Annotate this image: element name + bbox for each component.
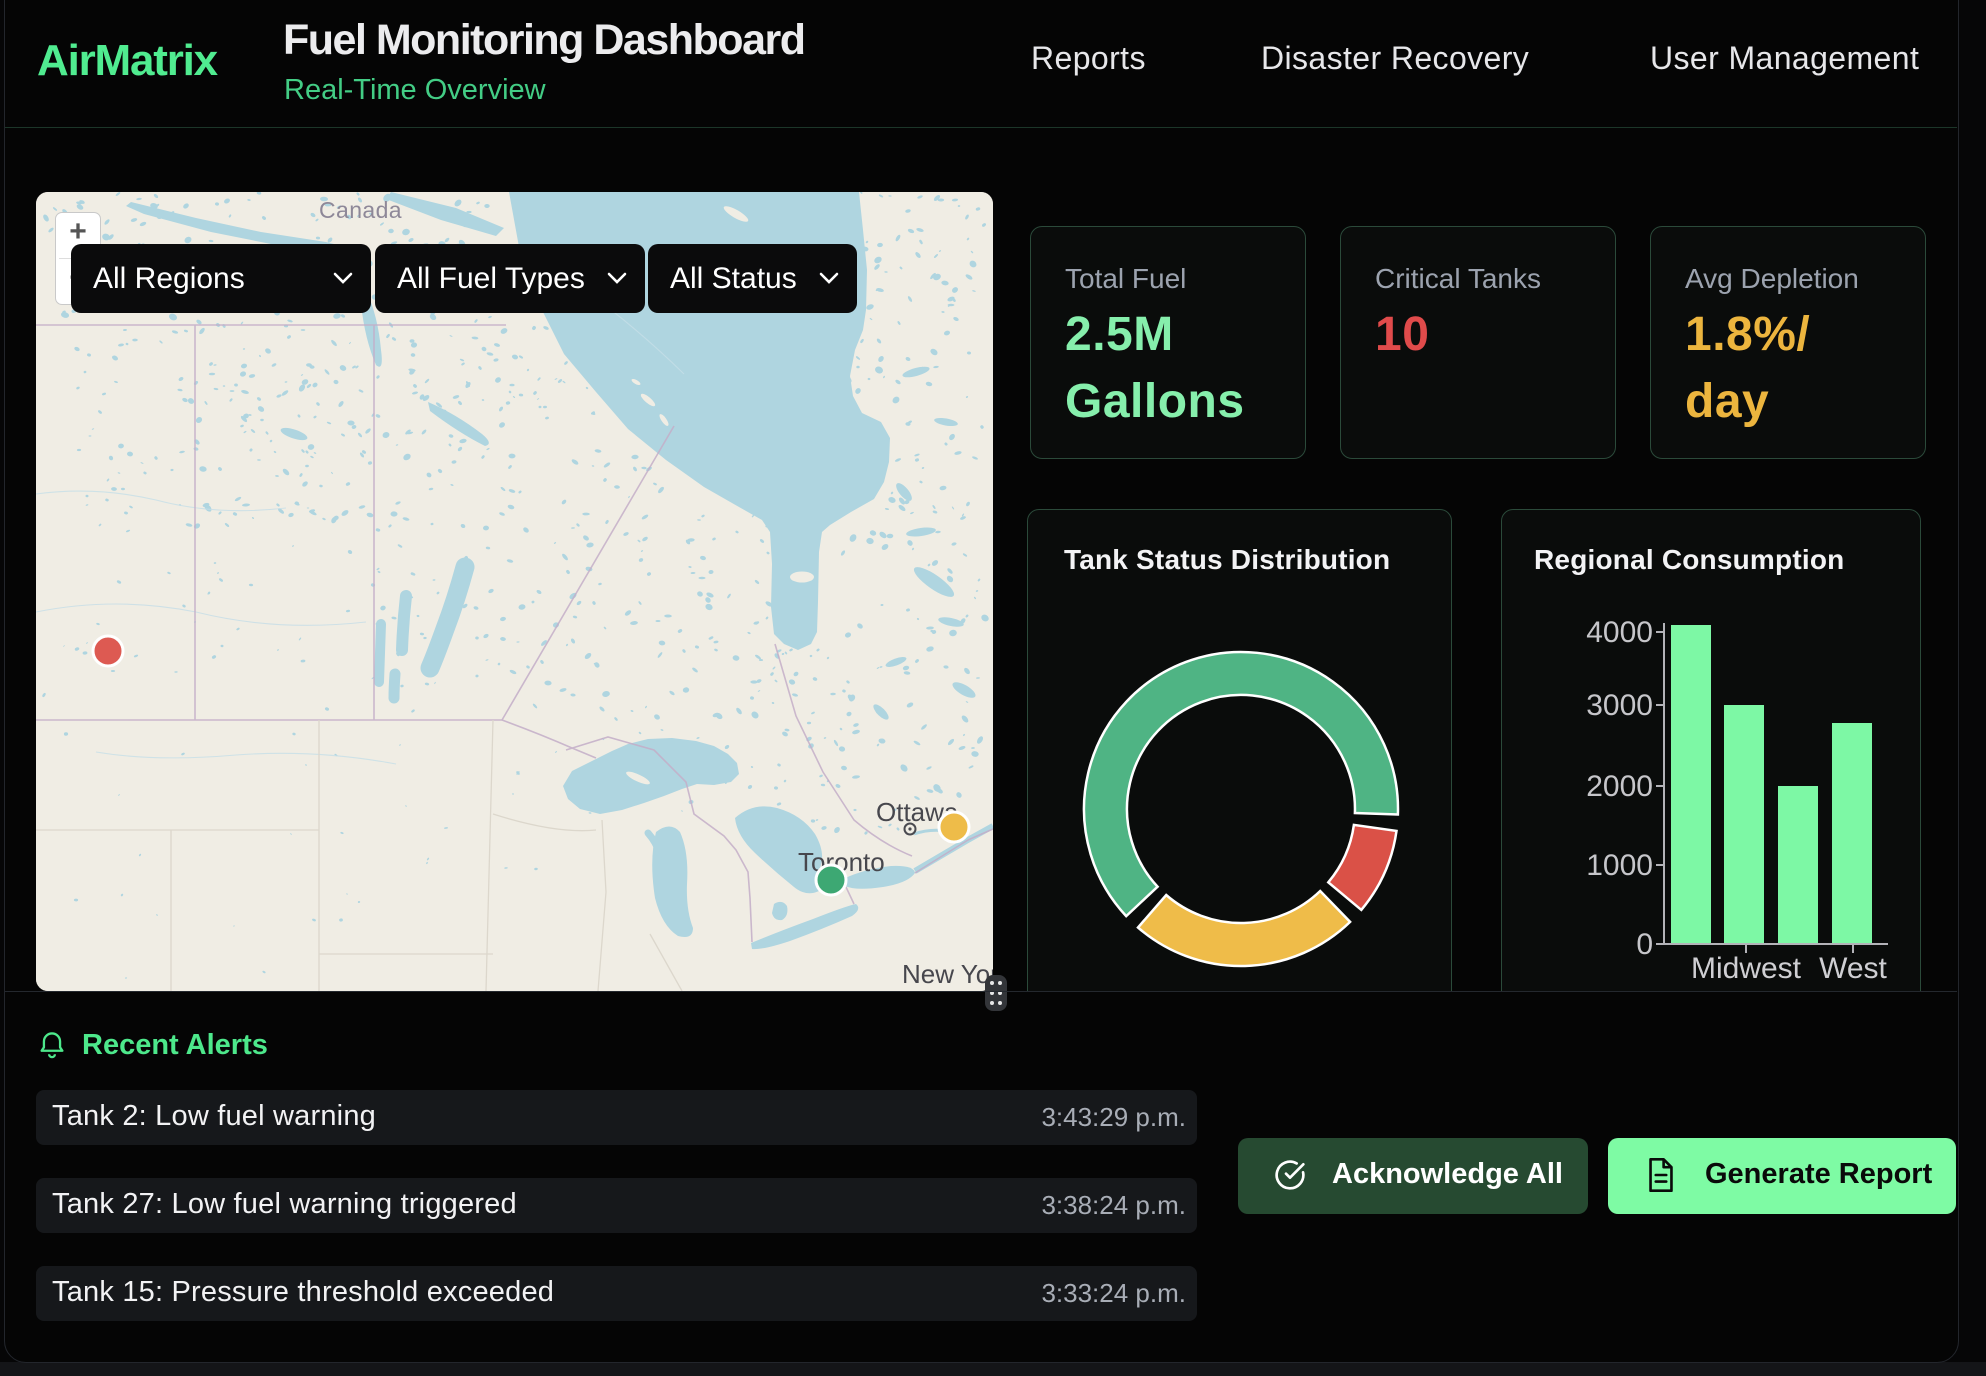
svg-text:1000: 1000 xyxy=(1586,849,1653,882)
svg-text:0: 0 xyxy=(1636,928,1653,961)
svg-text:4000: 4000 xyxy=(1586,616,1653,649)
svg-text:2000: 2000 xyxy=(1586,770,1653,803)
svg-text:West: West xyxy=(1819,952,1887,985)
svg-text:New York: New York xyxy=(902,959,993,989)
svg-text:Canada: Canada xyxy=(319,197,402,223)
svg-text:3000: 3000 xyxy=(1586,689,1653,722)
svg-text:Midwest: Midwest xyxy=(1691,952,1802,985)
